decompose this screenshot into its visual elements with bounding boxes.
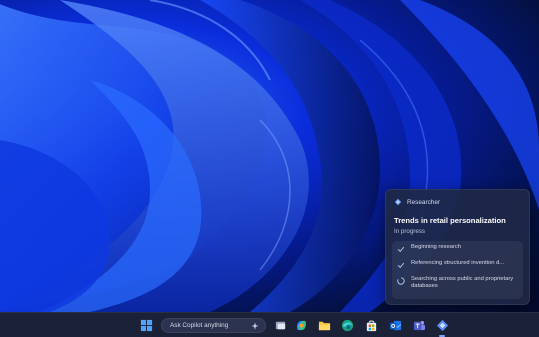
popup-title: Trends in retail personalization [394,216,506,225]
outlook-icon[interactable] [389,319,402,332]
status-text: In progress [394,228,425,235]
list-item: Referencing structured invention d... [397,260,518,276]
taskbar: Ask Copilot anything [0,312,539,337]
copilot-app-icon[interactable] [295,319,308,332]
check-icon [397,246,405,253]
list-item: Beginning research [397,244,518,260]
step-label: Searching across public and proprietary … [411,276,514,289]
app-name: Researcher [407,198,441,206]
store-icon[interactable] [365,319,378,332]
search-placeholder: Ask Copilot anything [170,322,229,329]
copilot-search-box[interactable]: Ask Copilot anything [161,318,266,333]
task-view-icon[interactable] [274,319,287,332]
spinner-icon [397,277,405,285]
step-label: Referencing structured invention d... [411,260,505,266]
researcher-app-icon [394,198,402,206]
researcher-icon[interactable] [436,319,449,332]
start-icon[interactable] [140,319,153,332]
list-item: Searching across public and proprietary … [397,276,518,292]
edge-icon[interactable] [341,319,354,332]
progress-steps-list: Beginning research Referencing structure… [392,241,523,299]
teams-icon[interactable] [413,319,426,332]
popup-header: Researcher [394,196,521,208]
researcher-notification[interactable]: Researcher Trends in retail personalizat… [385,189,530,305]
copilot-icon[interactable] [251,322,259,330]
step-label: Beginning research [411,244,461,250]
file-explorer-icon[interactable] [318,319,331,332]
check-icon [397,262,405,269]
